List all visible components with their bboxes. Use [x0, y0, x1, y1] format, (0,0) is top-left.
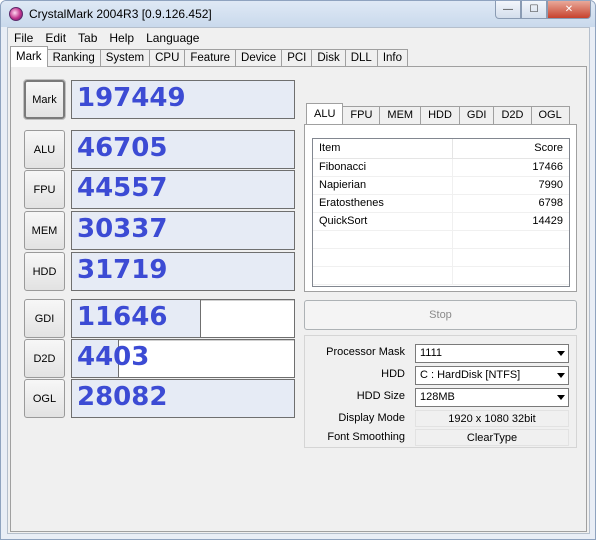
ogl-score-box: 28082: [71, 379, 295, 418]
row-item: QuickSort: [313, 213, 453, 230]
list-row[interactable]: Eratosthenes 6798: [313, 195, 569, 213]
column-header-score[interactable]: Score: [453, 139, 569, 158]
row-item: Napierian: [313, 177, 453, 194]
hdd-size-label: HDD Size: [356, 390, 405, 402]
menu-file[interactable]: File: [8, 28, 39, 47]
hdd-score: 31719: [77, 255, 168, 285]
gdi-score-box: 11646: [71, 299, 295, 338]
window-title: CrystalMark 2004R3 [0.9.126.452]: [29, 7, 212, 21]
menu-help[interactable]: Help: [103, 28, 140, 47]
tab-pci[interactable]: PCI: [281, 49, 313, 67]
d2d-score: 4403: [77, 342, 150, 372]
tab-mark[interactable]: Mark: [10, 46, 48, 67]
mem-score-box: 30337: [71, 211, 295, 250]
empty-list-row: [313, 267, 569, 285]
list-header: Item Score: [313, 139, 569, 159]
menu-bar: File Edit Tab Help Language: [8, 28, 589, 47]
mem-button[interactable]: MEM: [24, 211, 65, 250]
empty-list-row: [313, 231, 569, 249]
crystalmark-logo-icon: [9, 7, 23, 21]
tab-device[interactable]: Device: [235, 49, 283, 67]
alu-score: 46705: [77, 133, 168, 163]
subtab-hdd[interactable]: HDD: [420, 106, 460, 124]
mark-tab-page: Mark 197449 ALU 46705 FPU 44557 MEM 3033…: [10, 66, 587, 532]
tab-dll[interactable]: DLL: [344, 49, 378, 67]
font-smoothing-value: ClearType: [415, 429, 569, 446]
mark-score: 197449: [77, 83, 186, 113]
tab-cpu[interactable]: CPU: [149, 49, 186, 67]
gdi-button[interactable]: GDI: [24, 299, 65, 338]
alu-button[interactable]: ALU: [24, 130, 65, 169]
column-header-item[interactable]: Item: [313, 139, 453, 158]
list-row[interactable]: Napierian 7990: [313, 177, 569, 195]
row-score: 17466: [532, 161, 563, 173]
alu-subtab-page: Item Score Fibonacci 17466 Napierian 799…: [304, 124, 577, 292]
alu-results-list[interactable]: Item Score Fibonacci 17466 Napierian 799…: [312, 138, 570, 287]
subtab-ogl[interactable]: OGL: [530, 106, 570, 124]
font-smoothing-label: Font Smoothing: [327, 431, 405, 443]
hdd-size-select[interactable]: 128MB: [415, 388, 569, 407]
hdd-value: C : HardDisk [NTFS]: [420, 369, 521, 381]
gdi-score: 11646: [77, 302, 168, 332]
display-mode-value: 1920 x 1080 32bit: [415, 410, 569, 427]
hdd-select[interactable]: C : HardDisk [NTFS]: [415, 366, 569, 385]
close-button[interactable]: ✕: [547, 1, 591, 19]
mark-score-box: 197449: [71, 80, 295, 119]
list-row[interactable]: QuickSort 14429: [313, 213, 569, 231]
subtab-fpu[interactable]: FPU: [342, 106, 381, 124]
dropdown-arrow-icon: [557, 351, 565, 356]
settings-panel: Processor Mask 1111 HDD C : HardDisk [NT…: [304, 335, 577, 448]
client-area: File Edit Tab Help Language Mark Ranking…: [7, 27, 590, 534]
d2d-score-box: 4403: [71, 339, 295, 378]
tab-ranking[interactable]: Ranking: [46, 49, 101, 67]
app-window: CrystalMark 2004R3 [0.9.126.452] — ☐ ✕ F…: [0, 0, 596, 540]
processor-mask-label: Processor Mask: [326, 346, 405, 358]
minimize-button[interactable]: —: [495, 1, 521, 19]
hdd-label: HDD: [381, 368, 405, 380]
processor-mask-select[interactable]: 1111: [415, 344, 569, 363]
row-item: Fibonacci: [313, 159, 453, 176]
processor-mask-value: 1111: [420, 347, 443, 359]
row-score: 14429: [532, 215, 563, 227]
mem-score: 30337: [77, 214, 168, 244]
tab-feature[interactable]: Feature: [184, 49, 237, 67]
main-tab-strip: Mark Ranking System CPU Feature Device P…: [10, 46, 409, 67]
display-mode-label: Display Mode: [338, 412, 405, 424]
fpu-score-box: 44557: [71, 170, 295, 209]
empty-list-row: [313, 249, 569, 267]
dropdown-arrow-icon: [557, 373, 565, 378]
fpu-button[interactable]: FPU: [24, 170, 65, 209]
tab-info[interactable]: Info: [376, 49, 409, 67]
menu-tab[interactable]: Tab: [72, 28, 103, 47]
hdd-size-value: 128MB: [420, 391, 455, 403]
ogl-button[interactable]: OGL: [24, 379, 65, 418]
row-item: Eratosthenes: [313, 195, 453, 212]
d2d-button[interactable]: D2D: [24, 339, 65, 378]
menu-edit[interactable]: Edit: [39, 28, 72, 47]
alu-score-box: 46705: [71, 130, 295, 169]
list-row[interactable]: Fibonacci 17466: [313, 159, 569, 177]
title-bar[interactable]: CrystalMark 2004R3 [0.9.126.452] — ☐ ✕: [1, 1, 595, 27]
fpu-score: 44557: [77, 173, 168, 203]
maximize-button[interactable]: ☐: [521, 1, 547, 19]
hdd-score-box: 31719: [71, 252, 295, 291]
sub-tab-strip: ALU FPU MEM HDD GDI D2D OGL: [306, 103, 570, 124]
row-score: 7990: [538, 179, 563, 191]
subtab-alu[interactable]: ALU: [306, 103, 344, 124]
hdd-button[interactable]: HDD: [24, 252, 65, 291]
subtab-mem[interactable]: MEM: [379, 106, 422, 124]
mark-button[interactable]: Mark: [23, 79, 66, 120]
tab-disk[interactable]: Disk: [311, 49, 346, 67]
tab-system[interactable]: System: [99, 49, 151, 67]
menu-language[interactable]: Language: [140, 28, 205, 47]
subtab-gdi[interactable]: GDI: [458, 106, 495, 124]
row-score: 6798: [538, 197, 563, 209]
subtab-d2d[interactable]: D2D: [493, 106, 532, 124]
stop-button[interactable]: Stop: [304, 300, 577, 330]
dropdown-arrow-icon: [557, 395, 565, 400]
ogl-score: 28082: [77, 382, 168, 412]
